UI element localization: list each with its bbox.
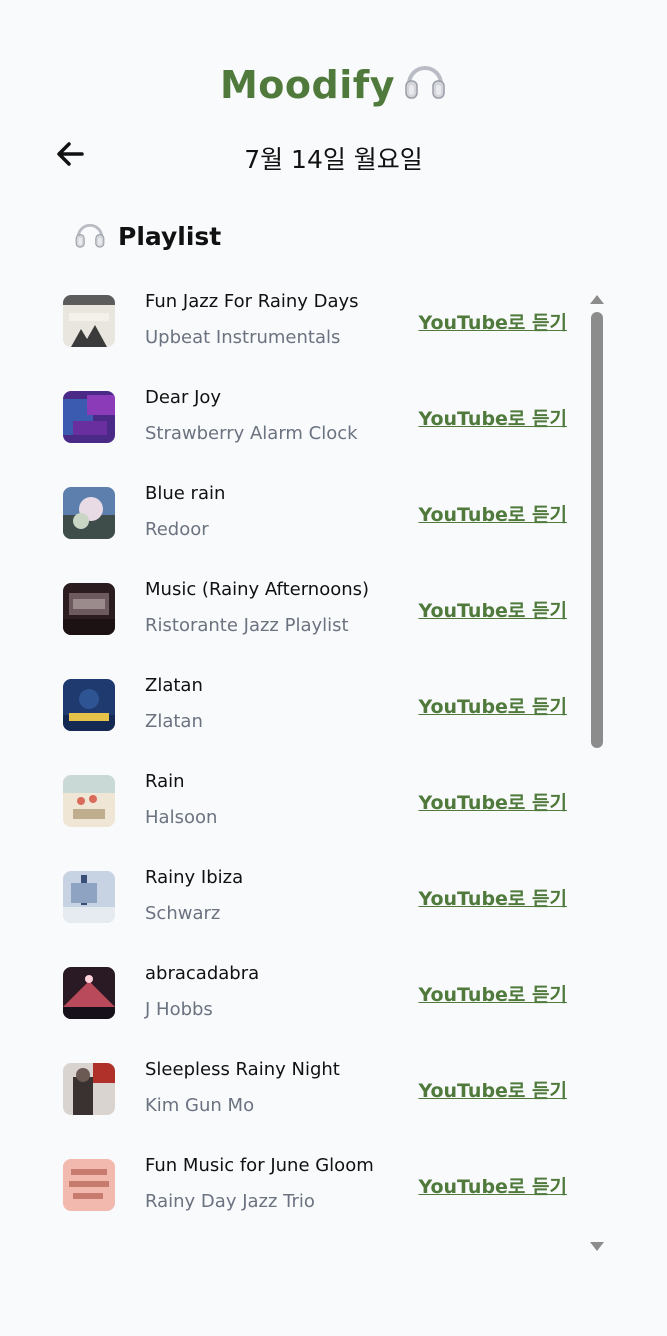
youtube-link[interactable]: YouTube로 듣기 xyxy=(418,980,567,1007)
album-cover xyxy=(63,871,115,923)
playlist-item: Dear Joy Strawberry Alarm Clock YouTube로… xyxy=(0,366,580,462)
song-artist: Schwarz xyxy=(145,903,221,924)
youtube-link[interactable]: YouTube로 듣기 xyxy=(418,692,567,719)
playlist-item: abracadabra J Hobbs YouTube로 듣기 xyxy=(0,942,580,1038)
scroll-up-arrow-icon[interactable] xyxy=(589,290,605,304)
playlist-list[interactable]: Fun Jazz For Rainy Days Upbeat Instrumen… xyxy=(0,270,580,1250)
date-label: 7월 14일 월요일 xyxy=(244,145,423,174)
album-cover xyxy=(63,487,115,539)
youtube-link[interactable]: YouTube로 듣기 xyxy=(418,788,567,815)
song-artist: Upbeat Instrumentals xyxy=(145,327,341,348)
scroll-down-arrow-icon[interactable] xyxy=(589,1238,605,1251)
youtube-link[interactable]: YouTube로 듣기 xyxy=(418,884,567,911)
song-artist: Rainy Day Jazz Trio xyxy=(145,1191,315,1212)
song-title: Sleepless Rainy Night xyxy=(145,1059,340,1080)
album-cover xyxy=(63,775,115,827)
playlist-item: Fun Jazz For Rainy Days Upbeat Instrumen… xyxy=(0,270,580,366)
album-cover xyxy=(63,1063,115,1115)
playlist-item: Rainy Ibiza Schwarz YouTube로 듣기 xyxy=(0,846,580,942)
song-artist: Zlatan xyxy=(145,711,203,732)
song-title: Music (Rainy Afternoons) xyxy=(145,579,370,600)
playlist-item: Sleepless Rainy Night Kim Gun Mo YouTube… xyxy=(0,1038,580,1134)
playlist-title: Playlist xyxy=(118,221,222,251)
youtube-link[interactable]: YouTube로 듣기 xyxy=(418,1172,567,1199)
headphones-icon xyxy=(403,58,447,111)
youtube-link[interactable]: YouTube로 듣기 xyxy=(418,596,567,623)
song-title: Dear Joy xyxy=(145,387,222,408)
scrollbar-thumb[interactable] xyxy=(591,312,603,748)
headphones-icon xyxy=(74,218,106,254)
song-title: abracadabra xyxy=(145,963,260,984)
song-artist: Ristorante Jazz Playlist xyxy=(145,615,349,636)
album-cover xyxy=(63,679,115,731)
song-title: Rain xyxy=(145,771,185,792)
playlist-item: Blue rain Redoor YouTube로 듣기 xyxy=(0,462,580,558)
song-artist: J Hobbs xyxy=(145,999,213,1020)
playlist-item: Music (Rainy Afternoons) Ristorante Jazz… xyxy=(0,558,580,654)
playlist-item: Fun Music for June Gloom Rainy Day Jazz … xyxy=(0,1134,580,1230)
song-artist: Strawberry Alarm Clock xyxy=(145,423,358,444)
youtube-link[interactable]: YouTube로 듣기 xyxy=(418,1076,567,1103)
song-artist: Kim Gun Mo xyxy=(145,1095,255,1116)
playlist-header: Playlist xyxy=(74,218,221,254)
album-cover xyxy=(63,1159,115,1211)
album-cover xyxy=(63,391,115,443)
youtube-link[interactable]: YouTube로 듣기 xyxy=(418,404,567,431)
song-title: Fun Jazz For Rainy Days xyxy=(145,291,359,312)
song-title: Blue rain xyxy=(145,483,226,504)
album-cover xyxy=(63,295,115,347)
song-title: Rainy Ibiza xyxy=(145,867,244,888)
youtube-link[interactable]: YouTube로 듣기 xyxy=(418,308,567,335)
playlist-item: Rain Halsoon YouTube로 듣기 xyxy=(0,750,580,846)
song-title: Zlatan xyxy=(145,675,203,696)
song-title: Fun Music for June Gloom xyxy=(145,1155,374,1176)
playlist-item: Zlatan Zlatan YouTube로 듣기 xyxy=(0,654,580,750)
album-cover xyxy=(63,583,115,635)
song-artist: Halsoon xyxy=(145,807,218,828)
youtube-link[interactable]: YouTube로 듣기 xyxy=(418,500,567,527)
app-title: Moodify xyxy=(0,58,667,111)
app-title-text: Moodify xyxy=(219,63,396,107)
album-cover xyxy=(63,967,115,1019)
song-artist: Redoor xyxy=(145,519,209,540)
